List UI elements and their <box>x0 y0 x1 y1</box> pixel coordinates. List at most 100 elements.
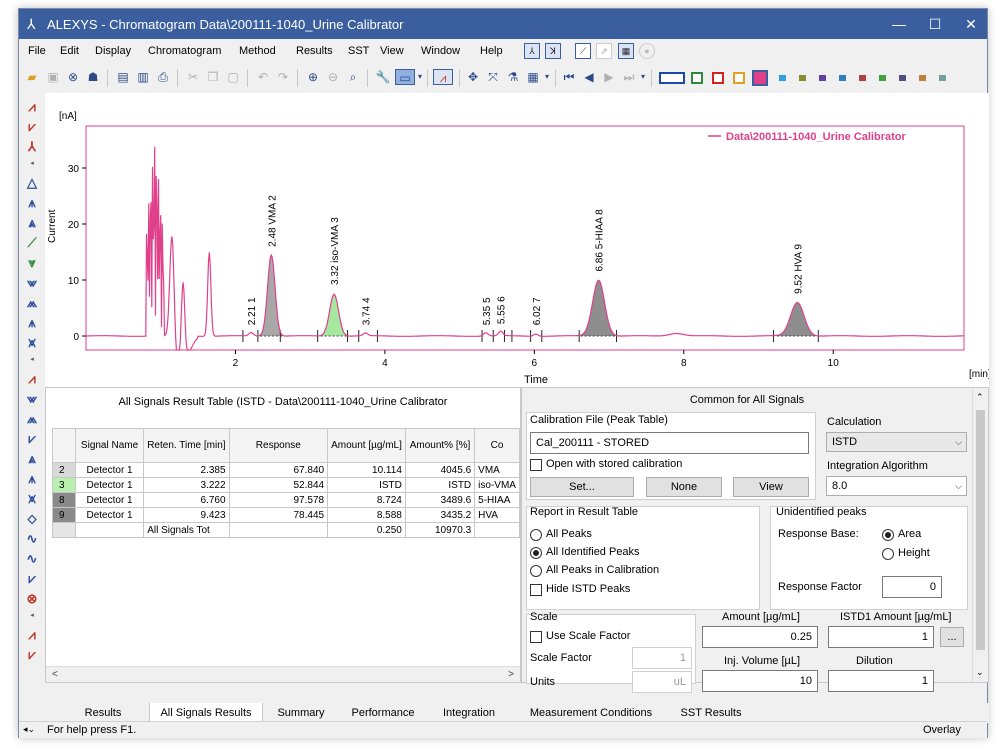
manual-2-icon[interactable]: ⩗ <box>23 647 41 663</box>
col-amount[interactable]: Amount [µg/mL] <box>327 428 406 463</box>
manual-1-icon[interactable]: ⩘ <box>23 627 41 643</box>
tab-all-signals-results[interactable]: All Signals Results <box>149 703 263 723</box>
amount-pct-cell[interactable]: 4045.6 <box>404 462 476 478</box>
integration-3-icon[interactable]: ⩓ <box>23 215 41 231</box>
scroll-right-icon[interactable]: > <box>508 669 514 680</box>
first-peak-icon[interactable]: ⏮ <box>561 69 577 85</box>
integration-7-icon[interactable]: ⩕ <box>23 295 41 311</box>
menu-results[interactable]: Results <box>296 45 333 57</box>
print-icon[interactable]: ⎙ <box>155 69 171 85</box>
menu-method[interactable]: Method <box>239 45 276 57</box>
peak-start-icon[interactable]: ⩘ <box>23 99 41 115</box>
overlay-blue-icon[interactable] <box>659 72 685 84</box>
color-lime-icon[interactable] <box>879 75 886 81</box>
scroll-up-icon[interactable]: ⌃ <box>976 392 984 403</box>
amount-pct-cell[interactable]: 3435.2 <box>404 507 476 523</box>
dilution-input[interactable]: 1 <box>828 670 934 692</box>
component-cell[interactable]: 5-HIAA <box>474 492 520 508</box>
report-icon[interactable]: ꓘ <box>545 43 561 59</box>
pan-icon[interactable]: ✥ <box>465 69 481 85</box>
response-cell[interactable]: 97.578 <box>228 492 329 508</box>
color-purple-icon[interactable] <box>819 75 826 81</box>
menu-sst[interactable]: SST <box>348 45 369 57</box>
fit-all-icon[interactable]: ⤧ <box>485 69 501 85</box>
color-olive-icon[interactable] <box>799 75 806 81</box>
integration-algorithm-select[interactable]: 8.0 ⌵ <box>826 476 967 496</box>
all-peaks-radio[interactable] <box>530 529 542 541</box>
overlay-orange-icon[interactable] <box>733 72 745 84</box>
overlay-chart-icon[interactable]: ⟋ <box>575 43 591 59</box>
zoom-fit-icon[interactable]: ⌕ <box>345 69 361 85</box>
open-stored-checkbox[interactable] <box>530 459 542 471</box>
overlay-red-icon[interactable] <box>712 72 724 84</box>
event-6-icon[interactable]: ⩚ <box>23 471 41 487</box>
event-4-icon[interactable]: ⩗ <box>23 431 41 447</box>
color-cyan-icon[interactable] <box>779 75 786 81</box>
close-button[interactable]: ✕ <box>957 13 985 35</box>
signal-name-cell[interactable]: Detector 1 <box>74 477 145 493</box>
istd-amount-input[interactable]: 1 <box>828 626 934 648</box>
tab-performance[interactable]: Performance <box>339 703 427 723</box>
color-navy-icon[interactable] <box>899 75 906 81</box>
export-icon[interactable]: ⇗ <box>596 43 612 59</box>
response-cell[interactable]: 52.844 <box>228 477 329 493</box>
hide-istd-checkbox[interactable] <box>530 584 542 596</box>
event-7-icon[interactable]: ⩙ <box>23 491 41 507</box>
event-1-icon[interactable]: ⩘ <box>23 371 41 387</box>
col-amount-pct[interactable]: Amount% [%] <box>404 428 476 463</box>
reten-time-cell[interactable]: 2.385 <box>143 462 230 478</box>
response-cell[interactable]: 67.840 <box>228 462 329 478</box>
event-11-icon[interactable]: ⩗ <box>23 571 41 587</box>
menu-window[interactable]: Window <box>421 45 460 57</box>
properties-icon[interactable]: ☗ <box>85 69 101 85</box>
event-8-icon[interactable]: ⬦ <box>23 511 41 527</box>
set-button[interactable]: Set... <box>530 477 634 497</box>
height-radio[interactable] <box>882 548 894 560</box>
col-response[interactable]: Response <box>228 428 329 463</box>
overlay-green-icon[interactable] <box>691 72 703 84</box>
color-teal-icon[interactable] <box>939 75 946 81</box>
settings-vertical-scrollbar[interactable]: ⌃ ⌄ <box>972 388 988 682</box>
chromatogram-chart[interactable]: [nA] Current 30 20 10 0 2 4 6 8 10 2.21 1 2.48 V… <box>45 93 989 387</box>
minimize-button[interactable]: — <box>885 13 913 35</box>
integration-5-icon[interactable]: ⩔ <box>23 255 41 271</box>
calculator-icon[interactable]: ▦ <box>525 69 541 85</box>
all-identified-radio[interactable] <box>530 547 542 559</box>
row-index[interactable]: 9 <box>52 507 76 523</box>
integration-1-icon[interactable]: △ <box>23 175 41 191</box>
amount-input[interactable]: 0.25 <box>702 626 818 648</box>
calculator-dropdown-icon[interactable]: ▾ <box>543 69 551 85</box>
amount-cell[interactable]: 8.724 <box>327 492 406 508</box>
event-delete-icon[interactable]: ⊗ <box>23 591 41 607</box>
all-in-cal-radio[interactable] <box>530 565 542 577</box>
event-5-icon[interactable]: ⩓ <box>23 451 41 467</box>
event-2-icon[interactable]: ⩖ <box>23 391 41 407</box>
component-cell[interactable]: HVA <box>474 507 520 523</box>
print-preview-icon[interactable]: ▤ <box>115 69 131 85</box>
istd-more-button[interactable]: ... <box>940 627 964 647</box>
amount-pct-cell[interactable]: ISTD <box>404 477 476 493</box>
table-horizontal-scrollbar[interactable]: < > <box>46 666 520 682</box>
none-button[interactable]: None <box>646 477 722 497</box>
amount-cell[interactable]: 8.588 <box>327 507 406 523</box>
color-brown-icon[interactable] <box>859 75 866 81</box>
color-tan-icon[interactable] <box>919 75 926 81</box>
chromatogram-plot[interactable]: [nA] Current 30 20 10 0 2 4 6 8 10 2.21 1 2.48 V… <box>45 93 989 387</box>
title-bar[interactable]: ⅄ ALEXYS - Chromatogram Data\200111-1040… <box>19 9 987 39</box>
menu-display[interactable]: Display <box>95 45 131 57</box>
event-3-icon[interactable]: ⩕ <box>23 411 41 427</box>
close-doc-icon[interactable]: ⊗ <box>65 69 81 85</box>
view-button[interactable]: View <box>733 477 809 497</box>
integration-2-icon[interactable]: ⩚ <box>23 195 41 211</box>
signal-name-cell[interactable]: Detector 1 <box>74 507 145 523</box>
table-row[interactable]: 8 Detector 1 6.760 97.578 8.724 3489.6 5-HIAA <box>52 492 520 508</box>
result-table[interactable]: Signal Name Reten. Time [min] Response A… <box>52 428 520 538</box>
use-scale-checkbox[interactable] <box>530 631 542 643</box>
prev-peak-icon[interactable]: ◀ <box>581 69 597 85</box>
menu-view[interactable]: View <box>380 45 404 57</box>
overlay-pink-icon[interactable] <box>752 70 768 86</box>
peak-label-icon[interactable]: ⩘ <box>433 69 453 85</box>
amount-cell[interactable]: ISTD <box>327 477 406 493</box>
baseline-icon[interactable]: ⚗ <box>505 69 521 85</box>
row-index[interactable]: 3 <box>52 477 76 493</box>
